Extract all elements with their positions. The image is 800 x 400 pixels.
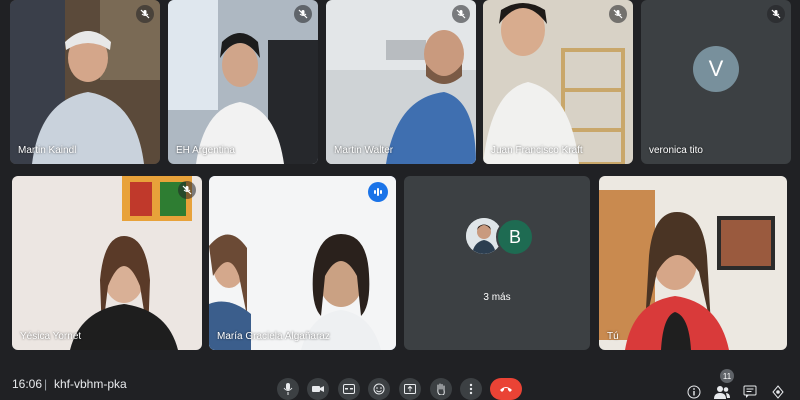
activities-icon <box>772 385 784 399</box>
participant-name: veronica tito <box>649 145 703 156</box>
chat-button[interactable] <box>742 384 758 400</box>
end-call-button[interactable] <box>490 378 522 400</box>
present-icon <box>404 384 416 394</box>
mic-off-icon <box>178 181 196 199</box>
captions-button[interactable] <box>338 378 360 400</box>
participant-name: Yésica Yornet <box>20 331 82 342</box>
speaking-indicator-icon <box>368 182 388 202</box>
camera-button[interactable] <box>307 378 329 400</box>
participant-name: María Graciela Algañaraz <box>217 331 330 342</box>
participant-name: Martin Kaindl <box>18 145 77 156</box>
participant-name: Martin Walter <box>334 145 394 156</box>
camera-icon <box>312 386 324 392</box>
overflow-tile[interactable]: B 3 más <box>404 176 590 350</box>
self-tile[interactable]: Tú <box>599 176 787 350</box>
people-icon <box>714 386 730 399</box>
overflow-label: 3 más <box>483 292 511 303</box>
participant-name: EH Argentina <box>176 145 235 156</box>
participant-video <box>209 176 396 350</box>
people-button[interactable] <box>714 384 730 400</box>
self-video <box>599 176 787 350</box>
more-options-button[interactable] <box>460 378 482 400</box>
participant-name: Juan Francisco Kraft <box>491 145 583 156</box>
emoji-button[interactable] <box>368 378 390 400</box>
participant-tile[interactable]: María Graciela Algañaraz <box>209 176 396 350</box>
people-count-badge: 11 <box>720 369 734 383</box>
mic-off-icon <box>136 5 154 23</box>
mic-off-icon <box>452 5 470 23</box>
participant-tile[interactable]: Juan Francisco Kraft <box>483 0 633 164</box>
participant-avatar: V <box>693 46 739 92</box>
participant-tile[interactable]: Martin Kaindl <box>10 0 160 164</box>
mic-off-icon <box>609 5 627 23</box>
participant-video <box>483 0 633 164</box>
participant-video <box>168 0 318 164</box>
participant-video <box>10 0 160 164</box>
participant-tile[interactable]: EH Argentina <box>168 0 318 164</box>
mic-off-icon <box>294 5 312 23</box>
participant-tile[interactable]: Martin Walter <box>326 0 476 164</box>
overflow-avatar: B <box>496 218 534 256</box>
participant-video <box>12 176 202 350</box>
present-button[interactable] <box>399 378 421 400</box>
meeting-time: 16:06 <box>12 377 43 391</box>
info-button[interactable] <box>686 384 702 400</box>
participant-tile[interactable]: V veronica tito <box>641 0 791 164</box>
raise-hand-icon <box>437 383 445 395</box>
activities-button[interactable] <box>770 384 786 400</box>
chat-icon <box>743 385 757 398</box>
info-icon <box>687 385 701 399</box>
mic-button[interactable] <box>277 378 299 400</box>
end-call-icon <box>500 387 512 392</box>
emoji-icon <box>373 383 385 395</box>
meeting-code: khf-vbhm-pka <box>54 377 127 391</box>
mic-icon <box>283 383 293 395</box>
mic-off-icon <box>767 5 785 23</box>
raise-hand-button[interactable] <box>430 378 452 400</box>
meeting-separator: | <box>44 377 48 391</box>
participant-video <box>326 0 476 164</box>
more-options-icon <box>469 383 473 395</box>
captions-icon <box>343 384 355 394</box>
participant-tile[interactable]: Yésica Yornet <box>12 176 202 350</box>
participant-name: Tú <box>607 331 619 342</box>
